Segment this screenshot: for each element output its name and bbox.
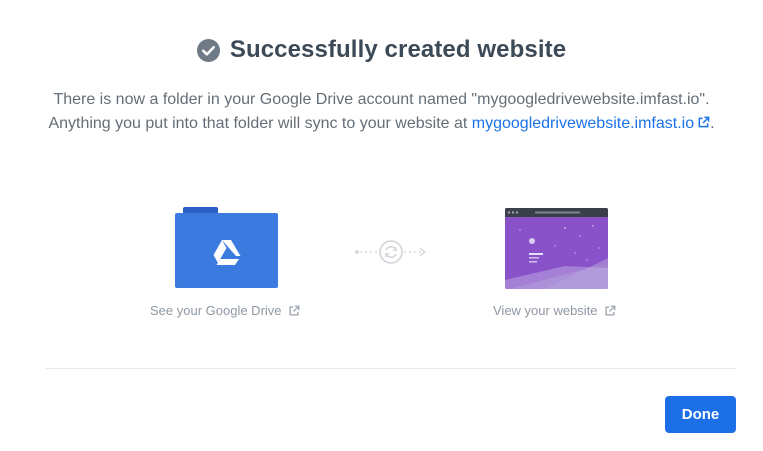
external-link-icon <box>698 116 710 128</box>
view-website-link[interactable]: View your website <box>493 303 616 318</box>
site-link-label: mygoogledrivewebsite.imfast.io <box>471 115 695 132</box>
site-link[interactable]: mygoogledrivewebsite.imfast.io <box>472 115 710 132</box>
google-drive-icon <box>213 240 241 265</box>
dialog-description: There is now a folder in your Google Dri… <box>30 88 733 136</box>
check-circle-icon <box>196 38 220 62</box>
website-preview-thumbnail[interactable] <box>505 208 608 289</box>
view-website-label: View your website <box>493 303 598 318</box>
external-link-icon <box>605 305 615 315</box>
see-google-drive-label: See your Google Drive <box>150 303 282 318</box>
dialog-header: Successfully created website <box>0 32 763 68</box>
dialog-title: Successfully created website <box>229 36 567 63</box>
google-drive-folder-icon[interactable] <box>175 207 278 288</box>
external-link-icon <box>289 305 299 315</box>
footer-divider <box>46 368 736 369</box>
done-button[interactable]: Done <box>665 396 736 433</box>
website-preview-graphic <box>505 208 608 289</box>
sync-icon <box>355 240 427 264</box>
see-google-drive-link[interactable]: See your Google Drive <box>150 303 300 318</box>
description-end: . <box>710 115 715 132</box>
